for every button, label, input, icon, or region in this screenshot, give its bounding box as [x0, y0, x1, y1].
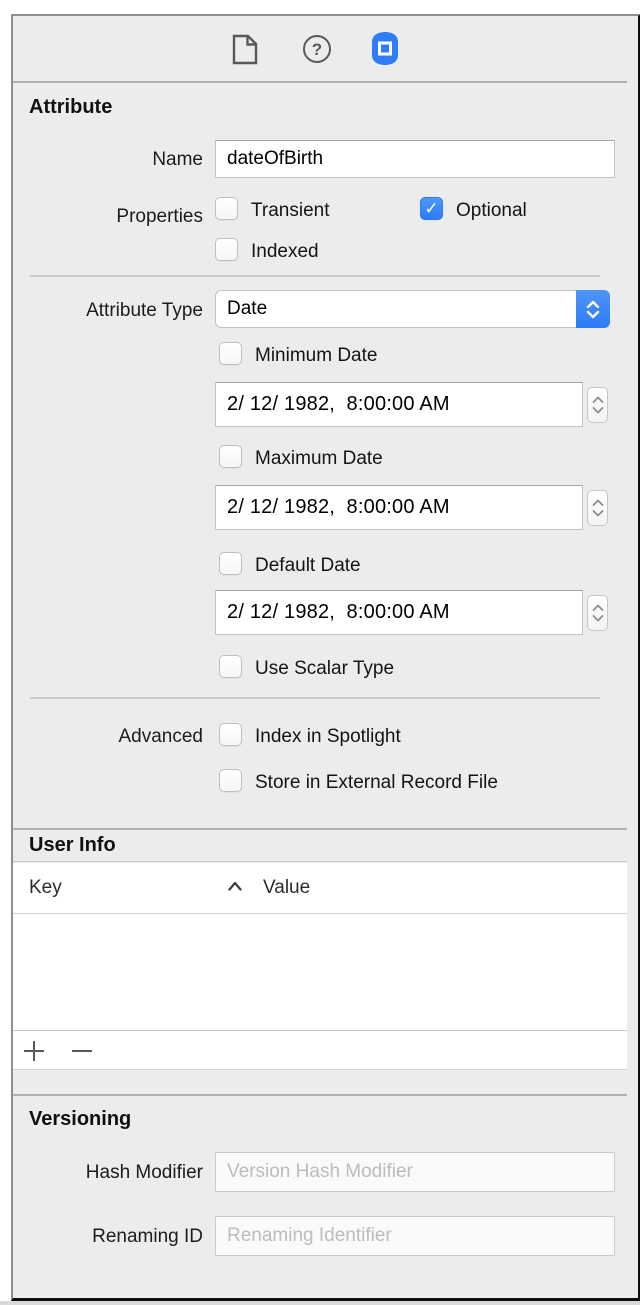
renaming-id-input[interactable] — [215, 1216, 615, 1256]
minimum-date-value: 2/ 12/ 1982, 8:00:00 AM — [227, 393, 450, 416]
quick-help-inspector-tab[interactable] — [303, 35, 331, 63]
section-title-attribute: Attribute — [29, 96, 112, 119]
index-in-spotlight-checkbox[interactable] — [219, 723, 242, 746]
stepper-up-icon — [592, 499, 604, 506]
user-info-table-body[interactable] — [13, 914, 627, 1031]
default-date-field[interactable]: 2/ 12/ 1982, 8:00:00 AM — [215, 590, 583, 635]
attribute-type-value: Date — [227, 291, 267, 327]
hash-modifier-label: Hash Modifier — [13, 1162, 203, 1184]
document-icon — [232, 34, 258, 65]
attribute-inspector: Attribute Name Properties Transient Opti… — [11, 14, 640, 1301]
name-input[interactable] — [215, 140, 615, 178]
section-title-user-info: User Info — [29, 834, 116, 857]
user-info-table-header[interactable]: Key Value — [13, 863, 627, 914]
default-date-checkbox[interactable] — [219, 552, 242, 575]
default-date-checkbox-label: Default Date — [255, 555, 361, 577]
user-info-header-bar: User Info — [13, 830, 627, 862]
default-date-stepper[interactable] — [587, 595, 608, 631]
minimum-date-field[interactable]: 2/ 12/ 1982, 8:00:00 AM — [215, 382, 583, 427]
optional-checkbox[interactable] — [420, 197, 443, 220]
index-in-spotlight-checkbox-label: Index in Spotlight — [255, 726, 401, 748]
optional-checkbox-label: Optional — [456, 200, 527, 222]
minimum-date-checkbox-label: Minimum Date — [255, 345, 377, 367]
stepper-down-icon — [592, 510, 604, 517]
stepper-up-icon — [592, 604, 604, 611]
section-divider — [13, 1094, 627, 1096]
separator — [30, 697, 600, 699]
maximum-date-checkbox[interactable] — [219, 445, 242, 468]
advanced-label: Advanced — [13, 726, 203, 748]
chevron-up-down-icon — [576, 290, 610, 328]
maximum-date-value: 2/ 12/ 1982, 8:00:00 AM — [227, 496, 450, 519]
sort-ascending-icon — [227, 880, 243, 892]
transient-checkbox[interactable] — [215, 197, 238, 220]
data-model-inspector-tab[interactable] — [370, 31, 400, 71]
key-column-header[interactable]: Key — [29, 877, 62, 899]
minus-icon — [70, 1039, 94, 1063]
maximum-date-checkbox-label: Maximum Date — [255, 448, 383, 470]
maximum-date-stepper[interactable] — [587, 490, 608, 526]
window-edge — [0, 1301, 640, 1305]
value-column-header[interactable]: Value — [263, 877, 310, 899]
renaming-id-label: Renaming ID — [13, 1226, 203, 1248]
minimum-date-checkbox[interactable] — [219, 342, 242, 365]
user-info-toolbar — [13, 1031, 627, 1070]
transient-checkbox-label: Transient — [251, 200, 330, 222]
attribute-type-dropdown[interactable]: Date — [215, 290, 610, 328]
hash-modifier-input[interactable] — [215, 1152, 615, 1192]
xcode-inspector-panel: Attribute Name Properties Transient Opti… — [0, 0, 640, 1305]
minimum-date-stepper[interactable] — [587, 387, 608, 423]
use-scalar-type-checkbox[interactable] — [219, 655, 242, 678]
separator — [30, 275, 600, 277]
stepper-down-icon — [592, 407, 604, 414]
store-external-checkbox-label: Store in External Record File — [255, 772, 498, 794]
use-scalar-type-checkbox-label: Use Scalar Type — [255, 658, 394, 680]
default-date-value: 2/ 12/ 1982, 8:00:00 AM — [227, 601, 450, 624]
maximum-date-field[interactable]: 2/ 12/ 1982, 8:00:00 AM — [215, 485, 583, 530]
indexed-checkbox-label: Indexed — [251, 241, 319, 263]
store-external-checkbox[interactable] — [219, 769, 242, 792]
indexed-checkbox[interactable] — [215, 238, 238, 261]
file-inspector-tab[interactable] — [232, 34, 258, 70]
add-row-button[interactable] — [22, 1039, 46, 1063]
section-title-versioning: Versioning — [29, 1108, 131, 1131]
stepper-up-icon — [592, 396, 604, 403]
stepper-down-icon — [592, 615, 604, 622]
name-label: Name — [13, 149, 203, 171]
properties-label: Properties — [13, 206, 203, 228]
attribute-type-label: Attribute Type — [13, 300, 203, 322]
plus-icon — [22, 1039, 46, 1063]
inspector-toolbar — [13, 16, 627, 83]
data-model-icon — [370, 31, 400, 66]
remove-row-button[interactable] — [70, 1039, 94, 1063]
